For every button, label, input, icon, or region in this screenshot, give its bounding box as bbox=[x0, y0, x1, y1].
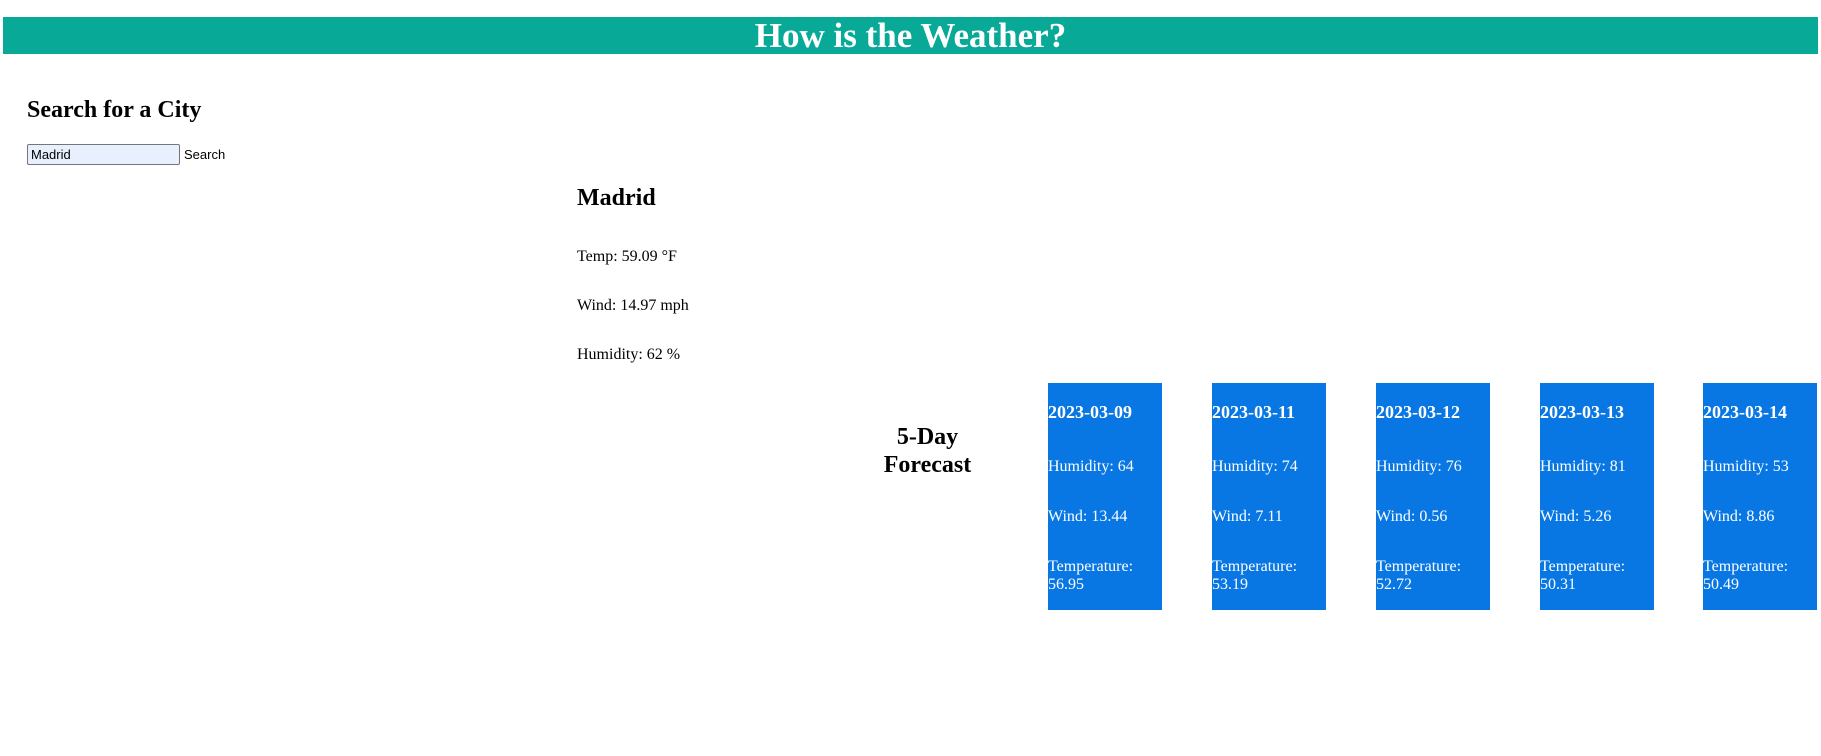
forecast-wind: Wind: 7.11 bbox=[1212, 508, 1283, 525]
search-section-title: Search for a City bbox=[27, 97, 202, 123]
forecast-wind: Wind: 0.56 bbox=[1376, 508, 1448, 525]
forecast-wind: Wind: 5.26 bbox=[1540, 508, 1612, 525]
search-button[interactable]: Search bbox=[184, 147, 225, 162]
forecast-card: 2023-03-14 Humidity: 53 Wind: 8.86 Tempe… bbox=[1703, 383, 1817, 610]
forecast-date: 2023-03-09 bbox=[1048, 402, 1132, 422]
forecast-temperature: Temperature: 50.31 bbox=[1540, 558, 1626, 593]
page: How is the Weather? Search for a City Se… bbox=[0, 0, 1821, 756]
city-search-input[interactable] bbox=[27, 144, 180, 165]
forecast-temperature: Temperature: 50.49 bbox=[1703, 558, 1789, 593]
forecast-humidity: Humidity: 76 bbox=[1376, 458, 1462, 475]
forecast-temperature: Temperature: 53.19 bbox=[1212, 558, 1298, 593]
search-form: Search bbox=[27, 144, 225, 165]
forecast-card: 2023-03-12 Humidity: 76 Wind: 0.56 Tempe… bbox=[1376, 383, 1490, 610]
forecast-title: 5-Day Forecast bbox=[870, 423, 985, 479]
current-wind: Wind: 14.97 mph bbox=[577, 297, 689, 314]
forecast-card: 2023-03-11 Humidity: 74 Wind: 7.11 Tempe… bbox=[1212, 383, 1326, 610]
forecast-temperature: Temperature: 52.72 bbox=[1376, 558, 1462, 593]
current-weather: Madrid Temp: 59.09 °F Wind: 14.97 mph Hu… bbox=[577, 184, 689, 363]
forecast-date: 2023-03-13 bbox=[1540, 402, 1624, 422]
forecast-wind: Wind: 8.86 bbox=[1703, 508, 1775, 525]
forecast-date: 2023-03-11 bbox=[1212, 402, 1295, 422]
forecast-title-line2: Forecast bbox=[883, 452, 972, 478]
forecast-humidity: Humidity: 74 bbox=[1212, 458, 1298, 475]
forecast-temperature: Temperature: 56.95 bbox=[1048, 558, 1134, 593]
current-temp: Temp: 59.09 °F bbox=[577, 248, 677, 265]
forecast-humidity: Humidity: 53 bbox=[1703, 458, 1789, 475]
forecast-humidity: Humidity: 64 bbox=[1048, 458, 1134, 475]
page-header: How is the Weather? bbox=[3, 17, 1818, 54]
forecast-date: 2023-03-14 bbox=[1703, 402, 1787, 422]
forecast-card: 2023-03-13 Humidity: 81 Wind: 5.26 Tempe… bbox=[1540, 383, 1654, 610]
forecast-date: 2023-03-12 bbox=[1376, 402, 1460, 422]
forecast-wind: Wind: 13.44 bbox=[1048, 508, 1128, 525]
page-title: How is the Weather? bbox=[754, 16, 1067, 55]
forecast-title-line1: 5-Day bbox=[896, 424, 959, 450]
current-city-name: Madrid bbox=[577, 185, 656, 211]
forecast-humidity: Humidity: 81 bbox=[1540, 458, 1626, 475]
current-humidity: Humidity: 62 % bbox=[577, 346, 681, 363]
forecast-card: 2023-03-09 Humidity: 64 Wind: 13.44 Temp… bbox=[1048, 383, 1162, 610]
